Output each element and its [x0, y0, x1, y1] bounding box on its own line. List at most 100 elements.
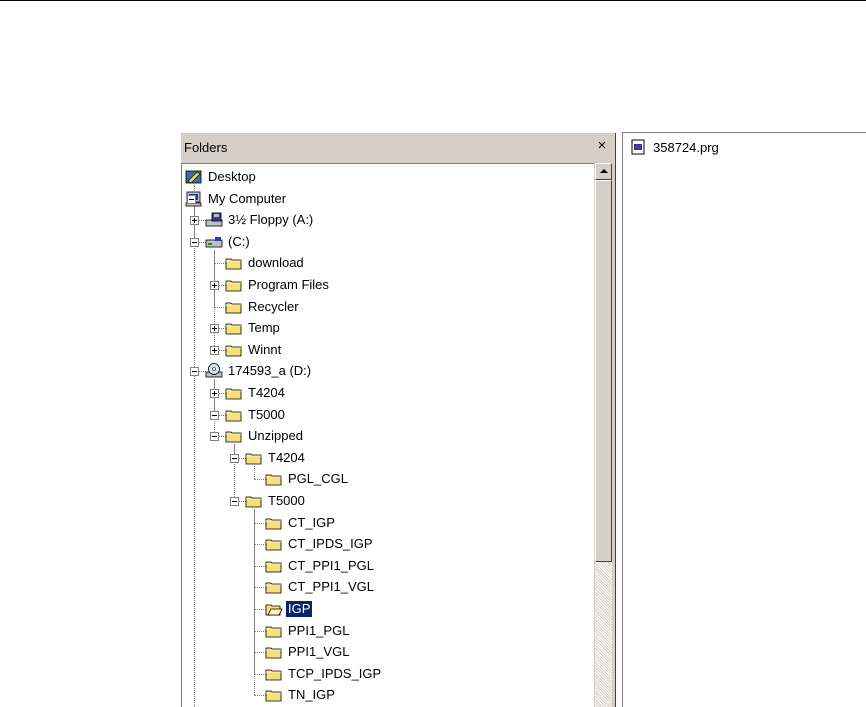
folder-icon — [225, 342, 243, 358]
scrollbar-thumb[interactable] — [595, 180, 612, 562]
tree-node-label: TN_IGP — [288, 687, 335, 703]
tree-node[interactable]: TCP_IPDS_IGP — [265, 664, 383, 684]
tree-node-label: T4204 — [268, 449, 305, 465]
tree-node[interactable]: PPI1_PGL — [265, 621, 351, 641]
tree-node[interactable]: PPI1_VGL — [265, 642, 351, 662]
tree-node[interactable]: CT_IPDS_IGP — [265, 534, 375, 554]
tree-connector-line — [214, 249, 215, 350]
folder-icon — [225, 385, 243, 401]
tree-node[interactable]: IGP — [265, 599, 314, 619]
tree-node-label: Desktop — [208, 169, 256, 184]
folders-pane-title: Folders — [184, 140, 228, 155]
expand-plus-icon[interactable] — [190, 216, 199, 226]
tree-node-label: T5000 — [248, 406, 285, 422]
tree-node-label: TCP_IPDS_IGP — [288, 665, 382, 681]
folder-icon — [225, 428, 243, 444]
tree-node-label: CT_PPI1_PGL — [288, 557, 374, 573]
folder-icon — [265, 471, 283, 487]
folder-icon — [265, 558, 283, 574]
tree-node[interactable]: T4204 — [225, 383, 287, 403]
tree-node[interactable]: Desktop — [185, 167, 258, 187]
tree-node-label: Unzipped — [248, 428, 303, 444]
close-icon[interactable]: × — [594, 138, 610, 154]
folder-icon — [225, 299, 243, 315]
tree-node[interactable]: CT_PPI1_PGL — [265, 556, 376, 576]
cd-drive-icon — [205, 363, 223, 379]
tree-node-label: CT_IGP — [288, 514, 335, 530]
tree-node[interactable]: 174593_a (D:) — [205, 361, 313, 381]
file-item-label: 358724.prg — [653, 139, 719, 155]
tree-node-label: PPI1_PGL — [288, 622, 350, 638]
tree-node-label: T4204 — [248, 385, 285, 400]
tree-node-label: PGL_CGL — [288, 471, 348, 487]
open-folder-icon — [265, 601, 283, 617]
expand-plus-icon[interactable] — [210, 281, 219, 290]
program-file-icon — [631, 139, 645, 155]
tree-node[interactable]: CT_IGP — [265, 513, 337, 533]
collapse-minus-icon[interactable] — [210, 432, 219, 442]
tree-node-label: 3½ Floppy (A:) — [228, 212, 314, 228]
folder-icon — [265, 687, 283, 703]
tree-node[interactable]: My Computer — [185, 189, 288, 209]
folder-icon — [225, 277, 243, 293]
tree-node-label: T5000 — [268, 493, 305, 508]
tree-node[interactable]: T4204 — [245, 448, 307, 468]
tree-node[interactable]: Recycler — [225, 297, 301, 317]
tree-node[interactable]: Winnt — [225, 340, 283, 360]
tree-node-label: (C:) — [228, 233, 250, 249]
tree-node[interactable]: 3½ Floppy (A:) — [205, 210, 315, 230]
folder-icon — [265, 536, 283, 552]
tree-node[interactable]: CT_PPI1_VGL — [265, 577, 376, 597]
tree-node-label: 174593_a (D:) — [228, 363, 312, 379]
folder-icon — [265, 644, 283, 660]
vertical-scrollbar[interactable] — [594, 163, 612, 707]
folder-icon — [225, 407, 243, 423]
tree-node-label: PPI1_VGL — [288, 644, 350, 660]
tree-node[interactable]: Temp — [225, 318, 282, 338]
tree-node-label: My Computer — [208, 190, 287, 206]
file-item-358724-prg[interactable]: 358724.prg — [629, 139, 719, 155]
tree-node[interactable]: PGL_CGL — [265, 469, 350, 489]
hard-drive-icon — [205, 234, 223, 250]
tree-node-label: download — [248, 255, 304, 271]
tree-connector-line — [254, 465, 255, 480]
tree-connector-line — [234, 444, 235, 501]
tree-node[interactable]: download — [225, 253, 306, 273]
file-list-pane: 358724.prg — [622, 132, 866, 707]
expand-plus-icon[interactable] — [210, 345, 219, 355]
tree-node-label: IGP — [284, 600, 314, 618]
tree-node[interactable]: T5000 — [225, 405, 287, 425]
folders-pane: Folders × Desktop My Computer 3½ Floppy (A… — [180, 132, 616, 707]
folder-tree[interactable]: Desktop My Computer 3½ Floppy (A:) (C:) down… — [181, 163, 594, 707]
folder-icon — [245, 493, 263, 509]
collapse-minus-icon[interactable] — [190, 237, 199, 247]
tree-node-label: CT_PPI1_VGL — [288, 579, 374, 595]
floppy-drive-icon — [205, 212, 223, 228]
collapse-minus-icon[interactable] — [230, 453, 239, 463]
tree-node[interactable]: T5000 — [245, 491, 307, 511]
collapse-minus-icon[interactable] — [190, 367, 199, 377]
tree-node[interactable]: Program Files — [225, 275, 331, 295]
tree-connector-line — [194, 185, 195, 707]
expand-plus-icon[interactable] — [210, 389, 219, 398]
explorer-window: Folders × Desktop My Computer 3½ Floppy (A… — [0, 0, 866, 707]
tree-connector-line — [214, 379, 215, 437]
folder-icon — [245, 450, 263, 466]
tree-node-label: Winnt — [248, 341, 282, 357]
tree-node[interactable]: (C:) — [205, 232, 252, 252]
collapse-minus-icon[interactable] — [230, 497, 239, 506]
tree-node[interactable]: TN_IGP — [265, 685, 337, 705]
folders-pane-header: Folders × — [182, 136, 614, 158]
collapse-minus-icon[interactable] — [187, 194, 196, 204]
tree-connector-line — [254, 509, 255, 696]
desktop-icon — [185, 169, 203, 185]
collapse-minus-icon[interactable] — [210, 410, 219, 420]
folder-icon — [265, 579, 283, 595]
scroll-up-arrow-icon[interactable] — [595, 163, 612, 180]
folder-icon — [265, 515, 283, 531]
pane-splitter[interactable] — [612, 133, 616, 707]
folder-icon — [265, 666, 283, 682]
expand-plus-icon[interactable] — [210, 324, 219, 334]
tree-node-label: Recycler — [248, 298, 299, 314]
tree-node[interactable]: Unzipped — [225, 426, 305, 446]
